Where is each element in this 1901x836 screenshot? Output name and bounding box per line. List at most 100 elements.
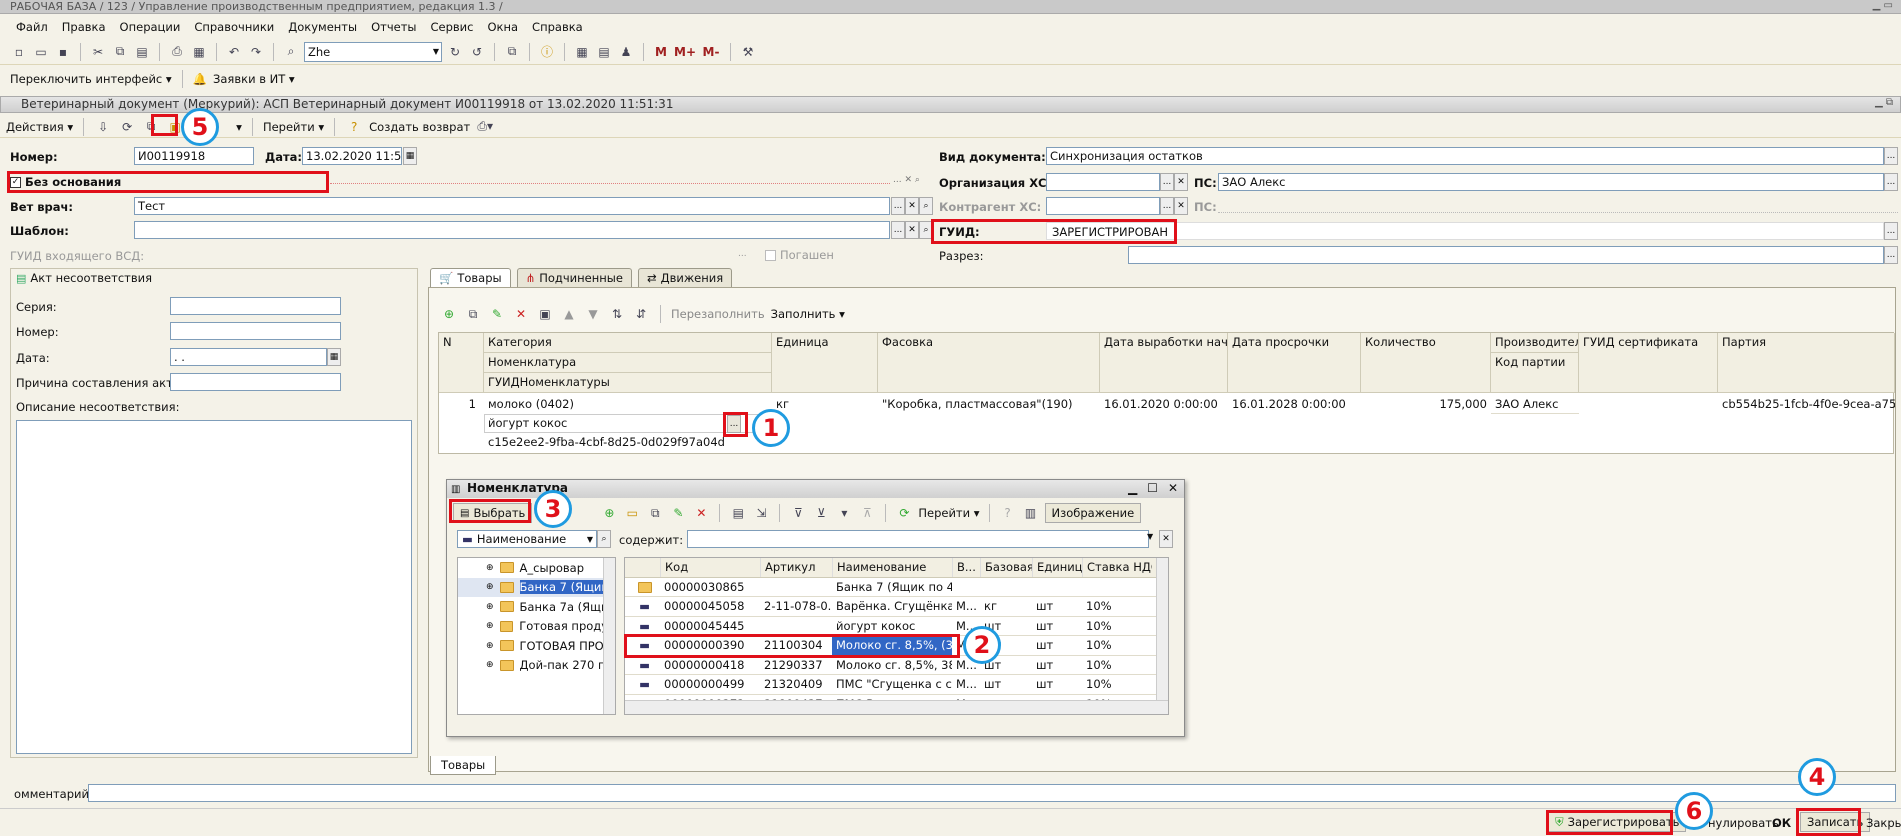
undo-icon[interactable]: ↶ [225, 43, 243, 61]
document-window-controls[interactable]: ▁ ⧉ [1875, 97, 1893, 108]
sort-desc-icon[interactable]: ⇵ [632, 305, 650, 323]
search-combo[interactable]: Zhe ▼ [304, 41, 442, 62]
org-field[interactable] [1046, 173, 1160, 191]
add-folder-icon[interactable]: ▭ [623, 504, 641, 522]
tree-item[interactable]: ⊕ Дой-пак 270 г. [458, 656, 615, 676]
end-edit-icon[interactable]: ▣ [536, 305, 554, 323]
calendar-button[interactable]: ▦ [403, 147, 417, 165]
print-icon[interactable]: ⎙ [168, 43, 186, 61]
col-date-expire[interactable]: Дата просрочки [1228, 333, 1361, 393]
date-field[interactable]: 13.02.2020 11:51:3 [302, 147, 402, 165]
col-packing[interactable]: Фасовка [878, 333, 1100, 393]
filter-search-icon[interactable]: ⌕ [597, 530, 611, 548]
col-guid-nomenclature[interactable]: ГУИДНоменклатуры [484, 373, 772, 393]
filter-field-combo[interactable]: ▬ Наименование ▼ [457, 530, 597, 548]
tree-item[interactable]: ⊕ ГОТОВАЯ ПРО [458, 636, 615, 656]
menu-operations[interactable]: Операции [120, 20, 181, 34]
tree-item[interactable]: ⊕ Готовая продук [458, 617, 615, 637]
clear-filter-icon[interactable]: ⊼ [858, 504, 876, 522]
list-row[interactable]: ▬ 00000000499 21320409 ПМС "Сгущенка с с...… [625, 675, 1168, 695]
template-select-button[interactable]: ... [891, 221, 905, 239]
calendar-icon[interactable]: ▤ [595, 43, 613, 61]
vet-field[interactable]: Тест [134, 197, 890, 215]
contractor-field[interactable] [1046, 197, 1160, 215]
new-file-icon[interactable]: ▫ [10, 43, 28, 61]
contractor-clear-button[interactable]: ✕ [1174, 197, 1188, 215]
post-icon[interactable]: ⇩ [94, 118, 112, 136]
memory-m-button[interactable]: M [652, 43, 670, 61]
ps-field[interactable]: ЗАО Алекс [1218, 173, 1884, 191]
template-field[interactable] [134, 221, 890, 239]
col-article[interactable]: Артикул [760, 558, 832, 577]
paste-icon[interactable]: ▤ [133, 43, 151, 61]
dialog-copy-icon[interactable]: ⧉ [646, 504, 664, 522]
memory-mplus-button[interactable]: M+ [674, 43, 696, 61]
reason-field[interactable] [170, 373, 341, 391]
fill-menu[interactable]: Заполнить ▾ [771, 307, 845, 321]
act-date-field[interactable]: . . [170, 348, 327, 366]
add-copy-icon[interactable]: ⧉ [464, 305, 482, 323]
guid-select-button[interactable]: ... [1884, 222, 1898, 240]
list-row[interactable]: ▬ 00000045058 2-11-078-0... Варёнка. Сгущён… [625, 597, 1168, 617]
list-row[interactable]: 00000030865 Банка 7 (Ящик по 4... [625, 578, 1168, 597]
contains-dropdown-icon[interactable]: ▼ [1147, 532, 1153, 541]
menu-windows[interactable]: Окна [487, 20, 518, 34]
dialog-refresh-icon[interactable]: ⟳ [895, 504, 913, 522]
filter-list-icon[interactable]: ▾ [835, 504, 853, 522]
preview-icon[interactable]: ▦ [190, 43, 208, 61]
actions-menu[interactable]: Действия ▾ [6, 120, 73, 134]
find-next-icon[interactable]: ↻ [446, 43, 464, 61]
move-up-icon[interactable]: ▲ [560, 305, 578, 323]
doc-type-field[interactable]: Синхронизация остатков [1046, 147, 1884, 165]
filter-icon[interactable]: ⊽ [789, 504, 807, 522]
org-select-button[interactable]: ... [1160, 173, 1174, 191]
search-icon[interactable]: ⌕ [282, 43, 300, 61]
contains-clear-icon[interactable]: ✕ [1159, 530, 1173, 548]
printer-icon[interactable]: ⎙▾ [476, 118, 494, 136]
bottom-tab-goods[interactable]: Товары [430, 756, 497, 775]
vet-clear-button[interactable]: ✕ [905, 197, 919, 215]
chevron-down-icon[interactable]: ▼ [587, 535, 596, 544]
section-select-button[interactable]: ... [1884, 246, 1898, 264]
tree-item[interactable]: ⊕ Банка 7а (Ящи [458, 597, 615, 617]
template-clear-button[interactable]: ✕ [905, 221, 919, 239]
col-nomenclature[interactable]: Номенклатура [484, 353, 772, 373]
tree-view-icon[interactable]: ⇲ [752, 504, 770, 522]
close-icon[interactable]: ✕ [1168, 480, 1178, 497]
list-hscrollbar[interactable] [625, 700, 1168, 714]
list-vscrollbar[interactable] [1156, 558, 1168, 700]
it-requests-button[interactable]: Заявки в ИТ ▾ [213, 72, 295, 86]
comment-field[interactable] [88, 784, 1896, 802]
hierarchy-icon[interactable]: ▤ [729, 504, 747, 522]
col-base[interactable]: Базовая [980, 558, 1032, 577]
refill-button[interactable]: Перезаполнить [671, 307, 765, 321]
menu-service[interactable]: Сервис [430, 20, 473, 34]
window-controls[interactable]: ▁ ▭ [1873, 0, 1893, 11]
description-textarea[interactable] [16, 420, 412, 754]
col-category[interactable]: Категория [484, 333, 772, 353]
col-unit[interactable]: Единица [1032, 558, 1082, 577]
help-icon[interactable]: ? [345, 118, 363, 136]
cut-icon[interactable]: ✂ [89, 43, 107, 61]
filter-value-icon[interactable]: ⊻ [812, 504, 830, 522]
menu-references[interactable]: Справочники [194, 20, 274, 34]
vet-open-button[interactable]: ⌕ [919, 197, 933, 215]
ok-button[interactable]: ОК [1772, 816, 1791, 830]
copy-icon[interactable]: ⧉ [111, 43, 129, 61]
info-icon[interactable]: ⓘ [538, 43, 556, 61]
no-basis-field-buttons[interactable]: ... ✕ ⌕ [893, 175, 920, 185]
switch-interface-button[interactable]: Переключить интерфейс ▾ [10, 72, 172, 86]
find-prev-icon[interactable]: ↺ [468, 43, 486, 61]
expand-icon[interactable]: ⊕ [486, 563, 494, 573]
chevron-down-icon[interactable]: ▼ [433, 47, 441, 56]
number-field[interactable]: И00119918 [134, 147, 254, 165]
tab-goods[interactable]: 🛒 Товары [430, 268, 511, 287]
tree-scrollbar[interactable] [603, 558, 615, 714]
col-party[interactable]: Партия [1718, 333, 1895, 393]
col-v[interactable]: В... [952, 558, 980, 577]
move-down-icon[interactable]: ▼ [584, 305, 602, 323]
expand-icon[interactable]: ⊕ [486, 621, 494, 631]
delete-icon[interactable]: ✕ [512, 305, 530, 323]
tree-item[interactable]: ⊕ А_сыровар [458, 558, 615, 578]
expand-icon[interactable]: ⊕ [486, 602, 494, 612]
